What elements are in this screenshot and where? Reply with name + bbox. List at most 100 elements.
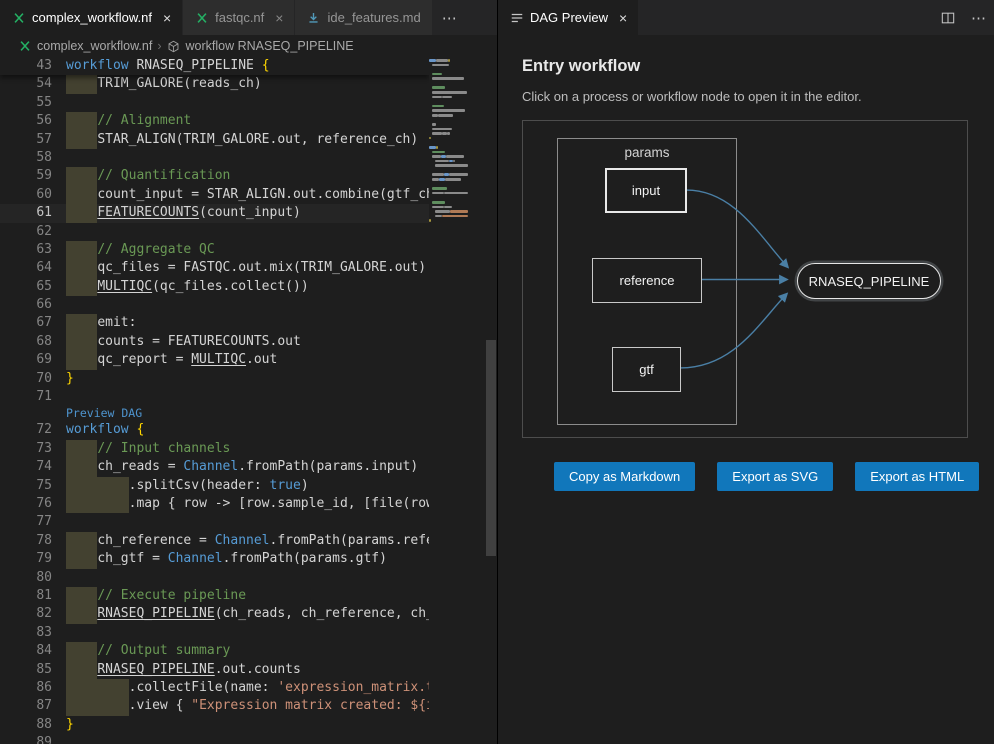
code-line: 77 [0, 513, 429, 531]
copy-as-markdown-button[interactable]: Copy as Markdown [554, 462, 695, 491]
tab-dag-preview[interactable]: DAG Preview × [498, 0, 639, 35]
code-line: 83 [0, 624, 429, 642]
line-number: 77 [0, 513, 52, 531]
minimap-token [429, 146, 436, 149]
editor-tab-ide-features-md[interactable]: ide_features.md [295, 0, 432, 35]
minimap-token [432, 86, 445, 89]
line-text: // Aggregate QC [66, 241, 215, 259]
code-token: (count_input) [199, 204, 301, 222]
panel-description: Click on a process or workflow node to o… [522, 89, 970, 104]
indent-highlight [66, 186, 97, 204]
line-text: workflow RNASEQ_PIPELINE { [66, 57, 270, 75]
minimap-token [432, 192, 444, 195]
node-input[interactable]: input [605, 168, 687, 213]
minimap-line [429, 68, 485, 71]
code-line: 75.splitCsv(header: true) [0, 477, 429, 495]
editor-tabs: complex_workflow.nf×fastqc.nf×ide_featur… [0, 0, 433, 35]
code-line: 63 // Aggregate QC [0, 241, 429, 259]
line-text: RNASEQ_PIPELINE.out.counts [66, 661, 301, 679]
code-line: 67emit: [0, 314, 429, 332]
tab-label: complex_workflow.nf [32, 10, 152, 25]
split-editor-icon[interactable] [933, 0, 963, 35]
line-number: 78 [0, 532, 52, 550]
minimap-line [429, 114, 485, 117]
code-line: 61FEATURECOUNTS(count_input) [0, 204, 429, 222]
line-text: qc_report = MULTIQC.out [66, 351, 277, 369]
minimap[interactable] [429, 59, 485, 744]
code-line: 62 [0, 223, 429, 241]
code-line: 87.view { "Expression matrix created: ${… [0, 697, 429, 715]
code-line: 81// Execute pipeline [0, 587, 429, 605]
code-line: 66 [0, 296, 429, 314]
line-number: 89 [0, 734, 52, 744]
editor-tab-complex-workflow-nf[interactable]: complex_workflow.nf × [0, 0, 183, 35]
line-number: 73 [0, 440, 52, 458]
breadcrumb-symbol[interactable]: workflow RNASEQ_PIPELINE [186, 39, 354, 53]
export-as-svg-button[interactable]: Export as SVG [717, 462, 833, 491]
node-gtf[interactable]: gtf [612, 347, 681, 392]
code-token: Channel [168, 550, 223, 568]
close-tab-icon[interactable]: × [163, 10, 171, 26]
indent-highlight [66, 587, 97, 605]
code-line: 64qc_files = FASTQC.out.mix(TRIM_GALORE.… [0, 259, 429, 277]
scrollbar[interactable] [485, 57, 497, 744]
line-text: ch_gtf = Channel.fromPath(params.gtf) [66, 550, 387, 568]
code-token: .out.counts [215, 661, 301, 679]
line-number: 59 [0, 167, 52, 185]
code-line: 54TRIM_GALORE(reads_ch) [0, 75, 429, 93]
minimap-token [438, 114, 454, 117]
export-as-html-button[interactable]: Export as HTML [855, 462, 979, 491]
indent-highlight [66, 259, 97, 277]
minimap-token [435, 210, 450, 213]
minimap-line [429, 192, 485, 195]
code-token: TRIM_GALORE(reads_ch) [97, 75, 261, 93]
line-number: 55 [0, 94, 52, 112]
minimap-token [432, 201, 445, 204]
code-token: ch_gtf = [97, 550, 167, 568]
line-number: 61 [0, 204, 52, 222]
line-number: 87 [0, 697, 52, 715]
minimap-line [429, 164, 485, 167]
code-editor[interactable]: 43workflow RNASEQ_PIPELINE { 54TRIM_GALO… [0, 57, 497, 744]
minimap-line [429, 137, 485, 140]
indent-highlight [66, 661, 97, 679]
minimap-token [432, 105, 444, 108]
minimap-token [442, 215, 469, 218]
code-line: 74ch_reads = Channel.fromPath(params.inp… [0, 458, 429, 476]
close-tab-icon[interactable]: × [275, 10, 283, 26]
line-text: } [66, 716, 74, 734]
line-number: 63 [0, 241, 52, 259]
codelens-preview-dag[interactable]: Preview DAG [0, 406, 429, 421]
minimap-token [432, 132, 441, 135]
minimap-token [435, 160, 449, 163]
close-tab-icon[interactable]: × [619, 10, 627, 26]
dag-action-buttons: Copy as MarkdownExport as SVGExport as H… [554, 462, 970, 491]
minimap-token [435, 164, 468, 167]
indent-highlight [66, 241, 97, 259]
panel-tab-bar: DAG Preview × ⋯ [498, 0, 994, 35]
code-line: 70} [0, 370, 429, 388]
minimap-token [432, 187, 447, 190]
breadcrumb-file[interactable]: complex_workflow.nf [37, 39, 152, 53]
node-reference[interactable]: reference [592, 258, 702, 303]
code-token: .out [246, 351, 277, 369]
line-text: ch_reference = Channel.fromPath(params.r… [66, 532, 429, 550]
code-line: 59 // Quantification [0, 167, 429, 185]
sticky-scroll-line[interactable]: 43workflow RNASEQ_PIPELINE { [0, 57, 429, 75]
line-text: // Input channels [66, 440, 230, 458]
scrollbar-thumb[interactable] [486, 340, 496, 556]
code-token: emit: [97, 314, 136, 332]
line-text: .collectFile(name: 'expression_matrix.tx… [66, 679, 429, 697]
code-token: ) [301, 477, 309, 495]
more-actions-icon[interactable]: ⋯ [963, 0, 994, 35]
tab-overflow-button[interactable]: ⋯ [433, 0, 466, 35]
dag-preview-panel: DAG Preview × ⋯ Entry workflow Click on … [497, 0, 994, 744]
minimap-line [429, 91, 485, 94]
editor-tab-fastqc-nf[interactable]: fastqc.nf× [183, 0, 295, 35]
minimap-line [429, 128, 485, 131]
line-number: 69 [0, 351, 52, 369]
line-text: // Quantification [66, 167, 230, 185]
preview-icon [509, 10, 524, 25]
code-token: { [136, 421, 144, 439]
node-rnaseq-pipeline[interactable]: RNASEQ_PIPELINE [797, 263, 941, 299]
